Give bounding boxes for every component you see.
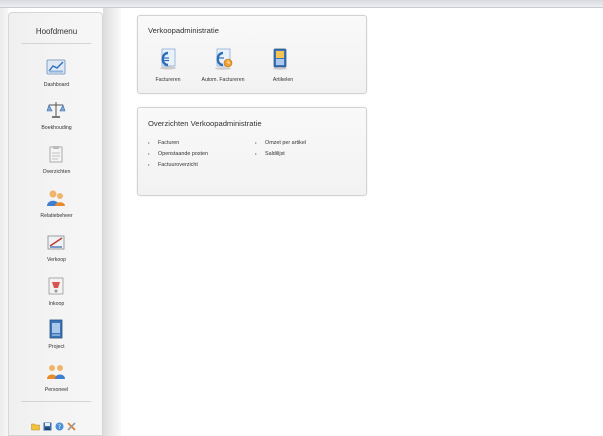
link-omzet-per-artikel[interactable]: Omzet per artikel — [255, 140, 306, 146]
sidebar-toolbar: ? — [31, 418, 86, 431]
sales-icon — [46, 232, 66, 252]
sidebar-item-label: Verkoop — [46, 257, 67, 263]
link-saldilijst[interactable]: Saldilijst — [255, 151, 285, 157]
save-icon[interactable] — [43, 418, 52, 431]
folder-icon[interactable] — [31, 418, 40, 431]
main-menu-sidebar: Hoofdmenu Dashboard Boekhouding Overzich… — [8, 12, 103, 436]
link-openstaande-posten[interactable]: Openstaande posten — [148, 151, 208, 157]
tile-label: Autom. Factureren — [201, 77, 245, 83]
arrow-icon — [148, 163, 150, 166]
tile-artikelen[interactable]: Artikelen — [253, 48, 313, 92]
link-factuuroverzicht[interactable]: Factuuroverzicht — [148, 162, 198, 168]
sidebar-item-label: Relatiebeheer — [40, 213, 73, 219]
panel-title: Verkoopadministratie — [148, 26, 219, 35]
sales-admin-panel: Verkoopadministratie Factureren Autom. F… — [137, 15, 367, 94]
overview-icon — [46, 144, 66, 164]
tile-label: Factureren — [155, 77, 181, 83]
divider — [21, 43, 91, 44]
sidebar-item-verkoop[interactable]: Verkoop — [9, 232, 104, 272]
sidebar-item-label: Dashboard — [43, 82, 70, 88]
tile-autom-factureren[interactable]: Autom. Factureren — [193, 48, 253, 92]
auto-invoice-icon — [213, 48, 233, 70]
dashboard-icon — [46, 57, 66, 77]
arrow-icon — [255, 141, 257, 144]
link-facturen[interactable]: Facturen — [148, 140, 179, 146]
tools-icon[interactable] — [67, 418, 76, 431]
sales-overviews-panel: Overzichten Verkoopadministratie Facture… — [137, 107, 367, 196]
sidebar-item-project[interactable]: Project — [9, 319, 104, 359]
sidebar-item-overzichten[interactable]: Overzichten — [9, 144, 104, 184]
tile-factureren[interactable]: Factureren — [138, 48, 198, 92]
sidebar-item-personeel[interactable]: Personeel — [9, 362, 104, 402]
sidebar-title: Hoofdmenu — [35, 27, 78, 36]
sidebar-item-boekhouding[interactable]: Boekhouding — [9, 100, 104, 140]
arrow-icon — [255, 152, 257, 155]
sidebar-item-label: Project — [48, 344, 65, 350]
left-edge — [0, 8, 8, 436]
sidebar-item-label: Inkoop — [48, 301, 65, 307]
sidebar-item-inkoop[interactable]: Inkoop — [9, 276, 104, 316]
panel-title: Overzichten Verkoopadministratie — [148, 119, 262, 128]
bookkeeping-icon — [46, 100, 66, 120]
sidebar-splitter — [103, 8, 121, 436]
top-bar — [0, 0, 603, 8]
sidebar-item-label: Boekhouding — [41, 125, 72, 131]
invoice-icon — [158, 48, 178, 70]
sidebar-item-label: Overzichten — [42, 169, 71, 175]
sidebar-item-label: Personeel — [44, 387, 69, 393]
purchase-icon — [46, 276, 66, 296]
personnel-icon — [46, 362, 66, 382]
tile-label: Artikelen — [272, 77, 294, 83]
svg-text:?: ? — [58, 424, 61, 431]
sidebar-item-dashboard[interactable]: Dashboard — [9, 57, 104, 97]
arrow-icon — [148, 152, 150, 155]
help-icon[interactable]: ? — [55, 418, 64, 431]
arrow-icon — [148, 141, 150, 144]
project-icon — [46, 319, 66, 339]
relations-icon — [46, 188, 66, 208]
sidebar-item-relatiebeheer[interactable]: Relatiebeheer — [9, 188, 104, 228]
articles-icon — [270, 48, 290, 70]
divider — [21, 401, 91, 402]
